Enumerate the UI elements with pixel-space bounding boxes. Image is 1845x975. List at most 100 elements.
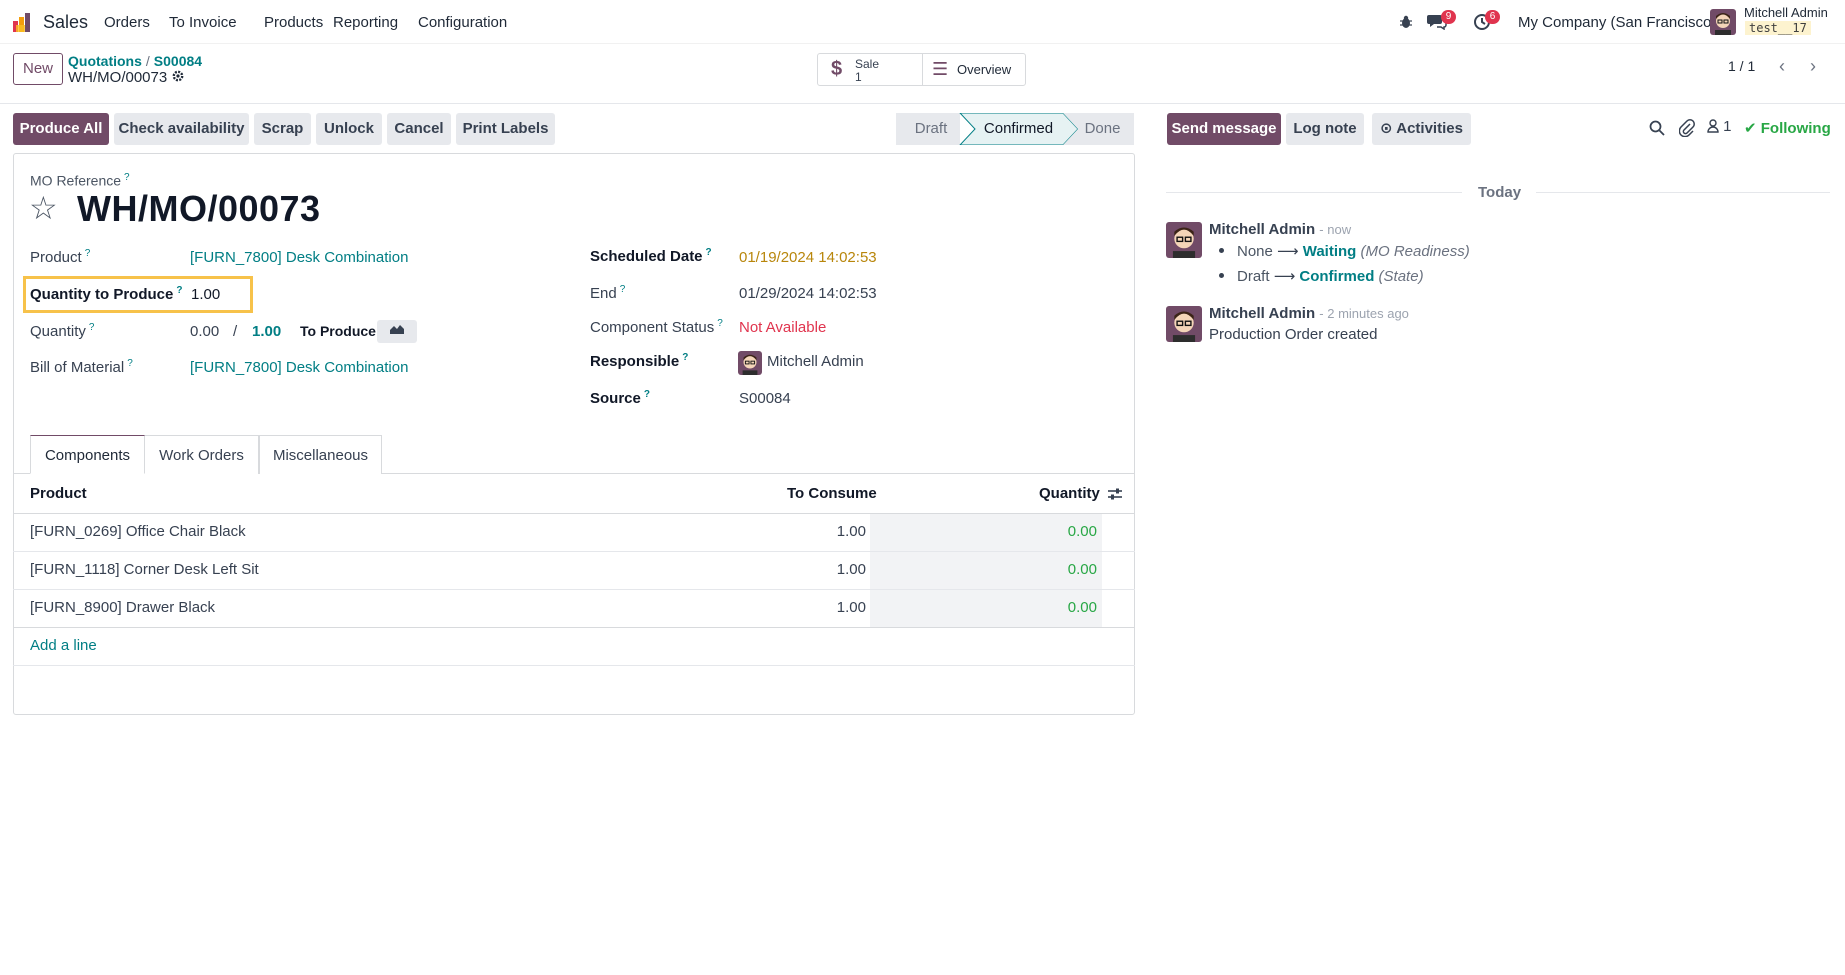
check-icon: ✔ [1744,120,1757,137]
responsible-avatar [738,351,762,375]
help-icon: ? [717,318,723,329]
produce-all-button[interactable]: Produce All [13,113,109,145]
message-author[interactable]: Mitchell Admin - 2 minutes ago [1209,305,1409,322]
clock-icon: ⊙ [1380,120,1393,137]
scrap-button[interactable]: Scrap [254,113,311,145]
responsible-field[interactable]: Mitchell Admin [767,353,864,370]
sales-app-icon[interactable] [12,11,34,33]
date-separator: Today [1478,184,1522,201]
user-avatar[interactable] [1710,9,1736,35]
quantity-slash: / [233,323,238,340]
new-button[interactable]: New [13,53,63,85]
row-quantity[interactable]: 0.00 [1000,523,1097,540]
bullet [1219,273,1224,278]
column-quantity[interactable]: Quantity [1039,485,1100,502]
product-label: Product? [30,248,91,266]
add-line-link[interactable]: Add a line [30,637,97,654]
tab-work-orders[interactable]: Work Orders [145,435,259,474]
message-time: - now [1319,222,1352,237]
search-icon[interactable] [1649,120,1665,136]
sale-smart-button[interactable]: $ Sale 1 [818,54,923,85]
bom-field[interactable]: [FURN_7800] Desk Combination [190,359,408,376]
row-product[interactable]: [FURN_1118] Corner Desk Left Sit [30,561,259,578]
quantity-label: Quantity? [30,322,95,340]
breadcrumb-separator: / [145,53,150,69]
component-status-field: Not Available [739,319,827,336]
user-name[interactable]: Mitchell Admin [1744,5,1828,20]
row-quantity[interactable]: 0.00 [1000,561,1097,578]
qty-to-produce-input[interactable]: 1.00 [191,286,220,303]
message-avatar[interactable] [1166,306,1202,342]
message-avatar[interactable] [1166,222,1202,258]
debug-bug-icon[interactable] [1398,14,1414,30]
responsible-label: Responsible? [590,352,689,370]
followers-button[interactable]: 1 [1707,118,1732,135]
menu-to-invoice[interactable]: To Invoice [169,14,237,31]
database-name: test__17 [1745,21,1811,35]
paperclip-icon[interactable] [1679,119,1695,137]
unlock-button[interactable]: Unlock [316,113,382,145]
row-divider [13,589,1135,590]
date-separator-line [1536,192,1830,193]
column-product[interactable]: Product [30,485,87,502]
row-quantity[interactable]: 0.00 [1000,599,1097,616]
source-label: Source? [590,389,650,407]
column-to-consume[interactable]: To Consume [787,485,877,502]
check-availability-button[interactable]: Check availability [114,113,249,145]
status-stages: Draft Confirmed Done [896,113,1134,145]
send-message-button[interactable]: Send message [1167,113,1281,145]
gear-icon[interactable] [171,69,185,83]
cancel-button[interactable]: Cancel [387,113,451,145]
stage-draft[interactable]: Draft [896,113,966,145]
qty-to-produce-label: Quantity to Produce? [30,285,183,303]
current-record-name: WH/MO/00073 [68,69,168,86]
sale-smart-label: Sale [855,57,880,71]
quantity-done-field[interactable]: 0.00 [190,323,219,340]
pager-previous-icon[interactable]: ‹ [1769,53,1795,79]
row-product[interactable]: [FURN_0269] Office Chair Black [30,523,246,540]
print-labels-button[interactable]: Print Labels [456,113,555,145]
forecast-graph-button[interactable] [377,320,417,343]
pager-value[interactable]: 1 / 1 [1728,58,1755,74]
company-switcher[interactable]: My Company (San Francisco) [1518,14,1716,31]
help-icon: ? [619,284,626,295]
row-divider [13,551,1135,552]
following-button[interactable]: ✔ Following [1744,119,1831,137]
product-field[interactable]: [FURN_7800] Desk Combination [190,249,408,266]
mo-title: WH/MO/00073 [77,188,321,229]
star-icon[interactable]: ☆ [29,190,58,226]
menu-reporting[interactable]: Reporting [333,14,398,31]
end-date-field[interactable]: 01/29/2024 14:02:53 [739,285,877,302]
tab-miscellaneous[interactable]: Miscellaneous [259,435,382,474]
tab-components[interactable]: Components [30,435,145,474]
breadcrumb-order[interactable]: S00084 [154,53,202,69]
scheduled-date-label: Scheduled Date? [590,247,712,265]
stage-done[interactable]: Done [1071,113,1134,145]
arrow-right-icon: ⟶ [1273,268,1296,285]
control-panel-divider [0,103,1845,104]
pager-next-icon[interactable]: › [1800,53,1826,79]
area-chart-icon [390,325,404,334]
menu-orders[interactable]: Orders [104,14,150,31]
row-divider [13,627,1135,628]
breadcrumb-quotations[interactable]: Quotations [68,53,142,69]
scheduled-date-field[interactable]: 01/19/2024 14:02:53 [739,249,877,266]
app-title[interactable]: Sales [43,12,88,33]
menu-configuration[interactable]: Configuration [418,14,507,31]
optional-columns-icon[interactable] [1107,486,1123,502]
activities-button[interactable]: ⊙ Activities [1372,113,1471,145]
overview-smart-button[interactable]: ☰ Overview [924,54,1025,85]
breadcrumb: Quotations / S00084 [68,53,202,69]
help-icon: ? [124,172,130,183]
end-date-label: End? [590,284,626,302]
menu-products[interactable]: Products [264,14,323,31]
stage-confirmed[interactable]: Confirmed [966,113,1071,145]
tracking-value: None ⟶ Waiting (MO Readiness) [1237,243,1470,260]
row-product[interactable]: [FURN_8900] Drawer Black [30,599,215,616]
user-icon [1707,119,1719,133]
message-author[interactable]: Mitchell Admin - now [1209,221,1351,238]
bom-label: Bill of Material? [30,358,133,376]
log-note-button[interactable]: Log note [1286,113,1364,145]
main-navbar: Sales Orders To Invoice Products Reporti… [0,0,1845,44]
tracking-value: Draft ⟶ Confirmed (State) [1237,268,1424,285]
